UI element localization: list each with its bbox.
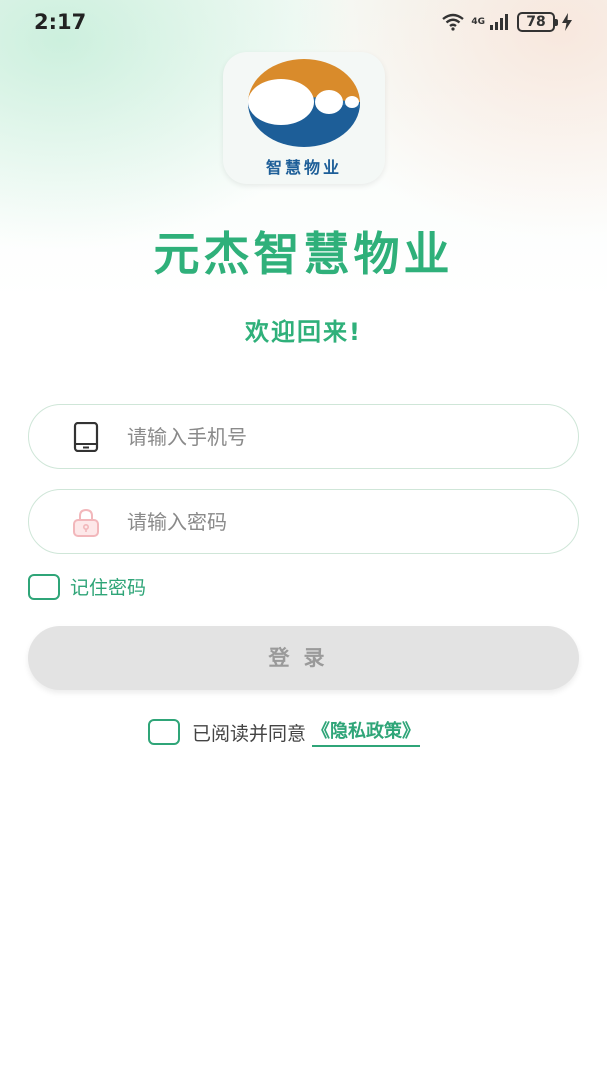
login-button[interactable]: 登录 xyxy=(28,626,579,690)
remember-label[interactable]: 记住密码 xyxy=(70,573,146,600)
network-type: 4G xyxy=(471,16,485,27)
phone-field[interactable] xyxy=(28,404,579,469)
privacy-agreement[interactable]: 已阅读并同意 《隐私政策》 xyxy=(148,717,421,747)
remember-password[interactable]: 记住密码 xyxy=(28,573,146,600)
status-icons: 4G 78 xyxy=(441,12,573,32)
app-logo: 智慧物业 xyxy=(223,52,385,184)
agree-label: 已阅读并同意 xyxy=(192,722,307,745)
logo-text: 智慧物业 xyxy=(265,158,342,177)
app-title: 元杰智慧物业 xyxy=(153,227,454,281)
charging-icon xyxy=(562,13,572,31)
password-field[interactable] xyxy=(28,489,579,554)
status-time: 2:17 xyxy=(34,10,87,34)
status-bar: 2:17 4G 78 xyxy=(0,0,607,46)
welcome-text: 欢迎回来! xyxy=(245,318,362,346)
phone-input[interactable] xyxy=(127,405,557,468)
wifi-icon xyxy=(442,13,465,31)
battery-icon: 78 xyxy=(517,12,558,32)
agree-checkbox[interactable] xyxy=(148,719,180,745)
privacy-policy-link[interactable]: 《隐私政策》 xyxy=(312,717,421,747)
phone-icon xyxy=(73,422,99,452)
lock-icon xyxy=(73,508,99,537)
password-input[interactable] xyxy=(127,490,557,553)
login-screen: 2:17 4G 78 智慧物业 元杰智慧物业 欢迎回来! 请输入手机号 记住密码… xyxy=(0,0,607,1080)
remember-checkbox[interactable] xyxy=(28,573,60,600)
signal-icon xyxy=(490,14,508,30)
battery-level: 78 xyxy=(526,14,546,30)
